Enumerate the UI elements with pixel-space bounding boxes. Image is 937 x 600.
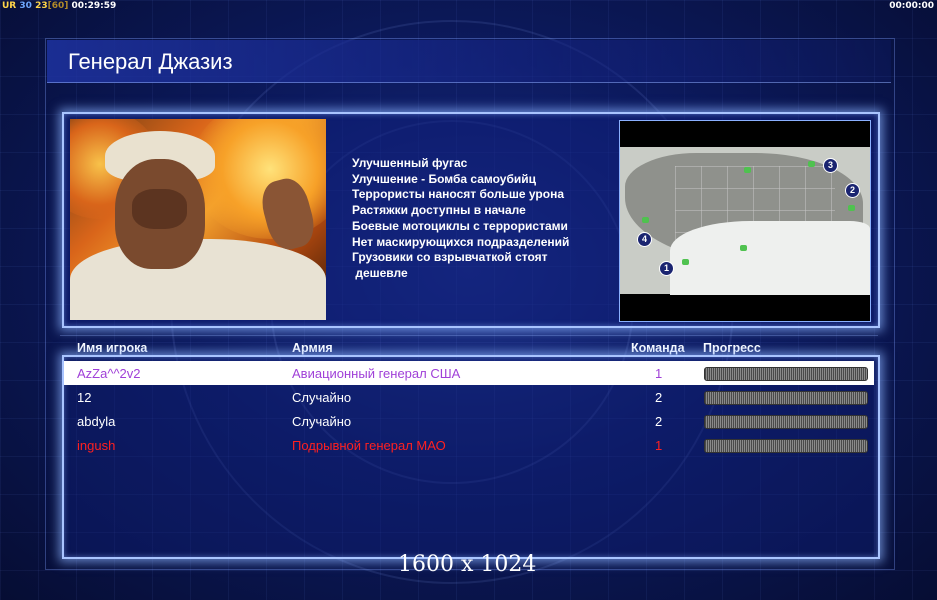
table-row[interactable]: ingush Подрывной генерал МАО 1	[64, 433, 874, 457]
progress-bar	[704, 439, 868, 453]
supply-marker	[682, 259, 689, 265]
status-value-3: [60]	[47, 1, 69, 11]
header-team: Команда	[631, 341, 685, 355]
general-portrait	[70, 119, 326, 320]
spawn-marker: 1	[659, 261, 674, 276]
player-name: 12	[77, 390, 92, 405]
table-row[interactable]: AzZa^^2v2 Авиационный генерал США 1	[64, 361, 874, 385]
map-preview: 1 2 3 4	[619, 120, 871, 322]
general-perks: Улучшенный фугас Улучшение - Бомба самоуб…	[352, 156, 569, 282]
spawn-marker: 3	[823, 158, 838, 173]
status-bar: UR 30 23[60] 00:29:59 00:00:00	[0, 0, 937, 12]
header-player-name: Имя игрока	[77, 341, 148, 355]
perk-item: Растяжки доступны в начале	[352, 203, 526, 218]
perk-item: Грузовики со взрывчаткой стоят	[352, 250, 548, 265]
status-value-2: 23	[35, 1, 48, 11]
supply-marker	[848, 205, 855, 211]
perk-item: дешевле	[352, 265, 408, 280]
progress-bar	[704, 415, 868, 429]
status-elapsed: 00:29:59	[71, 1, 117, 11]
table-row[interactable]: 12 Случайно 2	[64, 385, 874, 409]
spawn-marker: 2	[845, 183, 860, 198]
divider	[60, 335, 878, 336]
header-army: Армия	[292, 341, 333, 355]
perk-item: Нет маскирующихся подразделений	[352, 234, 570, 249]
player-team: 2	[655, 390, 663, 405]
progress-bar	[704, 391, 868, 405]
progress-bar	[704, 367, 868, 381]
header-progress: Прогресс	[703, 341, 761, 355]
player-team: 1	[655, 438, 663, 453]
supply-marker	[740, 245, 747, 251]
player-army: Авиационный генерал США	[292, 366, 461, 381]
player-army: Случайно	[292, 390, 352, 405]
player-team: 1	[655, 366, 663, 381]
perk-item: Улучшение - Бомба самоубийц	[352, 171, 536, 186]
status-value-1: 30	[19, 1, 32, 11]
player-team: 2	[655, 414, 663, 429]
resolution-label: 1600 x 1024	[398, 552, 537, 577]
status-timer: 00:00:00	[889, 1, 934, 11]
status-ur-label: UR	[2, 1, 17, 11]
player-name: AzZa^^2v2	[77, 366, 141, 381]
table-row[interactable]: abdyla Случайно 2	[64, 409, 874, 433]
page-title: Генерал Джазиз	[68, 49, 233, 74]
perk-item: Боевые мотоциклы с террористами	[352, 218, 568, 233]
spawn-marker: 4	[637, 232, 652, 247]
player-name: ingush	[77, 438, 116, 453]
supply-marker	[744, 167, 751, 173]
perk-item: Улучшенный фугас	[352, 156, 468, 170]
player-army: Случайно	[292, 414, 352, 429]
supply-marker	[808, 161, 815, 167]
player-army: Подрывной генерал МАО	[292, 438, 446, 453]
player-name: abdyla	[77, 414, 116, 429]
supply-marker	[642, 217, 649, 223]
perk-item: Террористы наносят больше урона	[352, 187, 565, 202]
